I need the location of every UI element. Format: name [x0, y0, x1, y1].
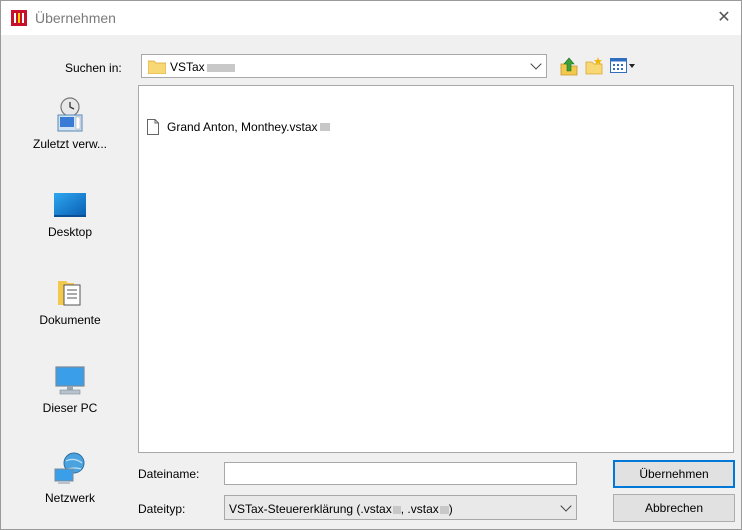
go-up-icon[interactable]: [559, 56, 579, 76]
filetype-value: VSTax-Steuererklärung (.vstax: [229, 502, 392, 516]
redacted-text: [319, 123, 330, 131]
documents-icon: [58, 281, 81, 306]
places-bar: Zuletzt verw... Desktop Dokumente Dieser…: [11, 85, 129, 515]
dialog-title: Übernehmen: [35, 10, 116, 26]
title-bar: Übernehmen ✕: [1, 1, 741, 35]
app-icon: [11, 10, 27, 26]
cancel-button[interactable]: Abbrechen: [613, 494, 735, 522]
desktop-icon: [54, 193, 86, 217]
redacted-text: [439, 505, 449, 514]
file-list[interactable]: Grand Anton, Monthey.vstax: [138, 85, 734, 453]
close-icon: ✕: [717, 9, 731, 26]
ok-button[interactable]: Übernehmen: [613, 460, 735, 488]
close-button[interactable]: ✕: [713, 7, 735, 29]
filename-label: Dateiname:: [138, 467, 200, 481]
filetype-label: Dateityp:: [138, 502, 186, 516]
dropdown-arrow-icon: [629, 64, 635, 68]
view-menu-button[interactable]: [610, 56, 636, 76]
open-dialog: Übernehmen ✕ Suchen in: VSTax Zuletzt ve…: [0, 0, 742, 530]
file-item[interactable]: Grand Anton, Monthey.vstax: [147, 118, 330, 136]
filename-input[interactable]: [224, 462, 577, 485]
filetype-mid: , .vstax: [400, 502, 439, 516]
redacted-text: [392, 505, 401, 514]
place-label: Netzwerk: [44, 491, 95, 505]
look-in-value: VSTax: [170, 60, 205, 74]
place-recent[interactable]: Zuletzt verw...: [11, 95, 129, 151]
place-network[interactable]: Netzwerk: [11, 449, 129, 505]
recent-places-icon: [57, 97, 83, 132]
folder-icon: [148, 60, 166, 74]
filetype-dropdown[interactable]: VSTax-Steuererklärung (.vstax , .vstax): [224, 495, 577, 520]
redacted-text: [206, 63, 235, 72]
place-label: Dieser PC: [42, 401, 98, 415]
this-pc-icon: [55, 366, 85, 395]
new-folder-icon[interactable]: [584, 56, 604, 76]
place-this-pc[interactable]: Dieser PC: [11, 359, 129, 415]
chevron-down-icon: [530, 58, 542, 70]
look-in-dropdown[interactable]: VSTax: [141, 54, 547, 78]
place-label: Zuletzt verw...: [32, 137, 108, 151]
look-in-label: Suchen in:: [65, 61, 122, 75]
chevron-down-icon: [560, 499, 572, 512]
view-menu-icon: [610, 58, 627, 73]
file-icon: [147, 119, 159, 135]
place-label: Dokumente: [39, 313, 101, 327]
filetype-end: ): [448, 502, 453, 516]
file-name: Grand Anton, Monthey.vstax: [167, 120, 318, 134]
place-desktop[interactable]: Desktop: [11, 183, 129, 239]
network-icon: [54, 452, 85, 484]
place-documents[interactable]: Dokumente: [11, 271, 129, 327]
place-label: Desktop: [47, 225, 93, 239]
